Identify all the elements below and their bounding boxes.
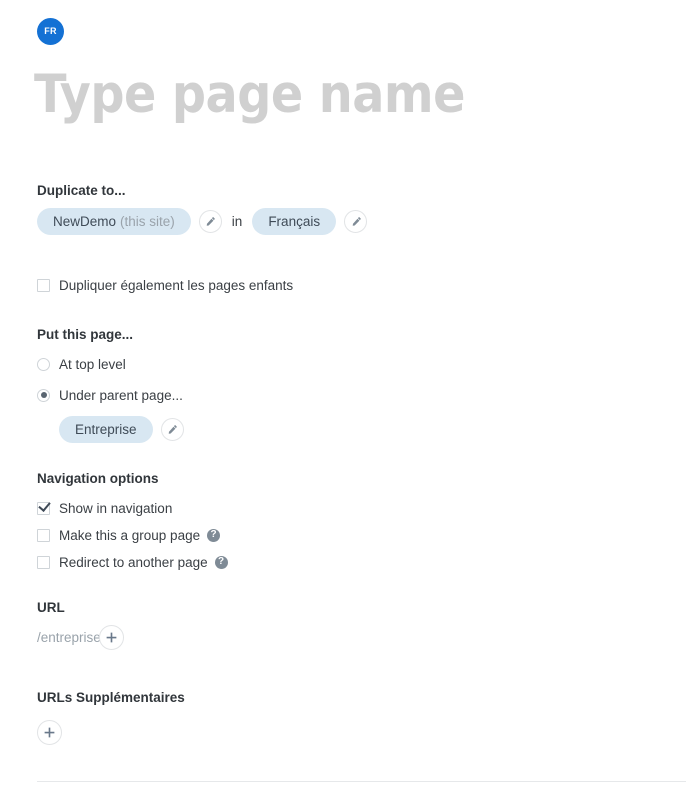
conjunction-in: in [231, 214, 243, 230]
radio-under-parent-page[interactable]: Under parent page... [37, 383, 184, 407]
target-site-name: NewDemo [53, 214, 117, 230]
make-group-page-label: Make this a group page [59, 527, 201, 543]
language-badge-label: FR [44, 26, 57, 36]
edit-parent-page-button[interactable] [160, 418, 184, 442]
redirect-to-another-page-label: Redirect to another page [59, 554, 208, 570]
radio-at-top-level[interactable]: At top level [37, 352, 184, 376]
put-this-page-section: Put this page... At top level Under pare… [37, 327, 184, 444]
option-show-in-navigation[interactable]: Show in navigation [37, 496, 228, 520]
put-this-page-heading: Put this page... [37, 327, 134, 342]
target-language-name: Français [268, 214, 321, 230]
edit-target-site-button[interactable] [198, 210, 222, 234]
url-heading: URL [37, 600, 65, 615]
at-top-level-radio[interactable] [37, 357, 50, 371]
duplicate-children-option[interactable]: Dupliquer également les pages enfants [37, 273, 293, 297]
target-language-pill[interactable]: Français [252, 208, 337, 236]
add-extra-url-button[interactable] [37, 720, 62, 746]
navigation-options-section: Navigation options Show in navigation Ma… [37, 471, 228, 574]
extra-urls-heading: URLs Supplémentaires [37, 690, 185, 705]
redirect-to-another-page-checkbox[interactable] [37, 555, 50, 569]
parent-page-controls: Entreprise [59, 416, 184, 444]
at-top-level-label: At top level [59, 356, 126, 372]
duplicate-to-controls: NewDemo (this site) in Français [37, 208, 368, 236]
parent-page-pill[interactable]: Entreprise [59, 416, 153, 444]
under-parent-page-label: Under parent page... [59, 387, 183, 403]
pencil-icon [204, 216, 216, 228]
language-badge-fr[interactable]: FR [37, 18, 64, 45]
help-circle-icon[interactable]: ? [214, 555, 228, 569]
duplicate-children-checkbox[interactable] [37, 278, 50, 292]
url-controls: /entreprise/ [37, 625, 124, 651]
duplicate-to-heading: Duplicate to... [37, 183, 126, 198]
plus-icon [105, 631, 118, 644]
under-parent-page-radio[interactable] [37, 388, 50, 402]
pencil-icon [350, 216, 362, 228]
extra-urls-section: URLs Supplémentaires [37, 690, 185, 746]
show-in-navigation-label: Show in navigation [59, 500, 173, 516]
target-site-note: (this site) [120, 214, 175, 230]
help-circle-icon[interactable]: ? [207, 528, 221, 542]
add-url-button[interactable] [98, 625, 124, 651]
make-group-page-checkbox[interactable] [37, 528, 50, 542]
page-title-placeholder[interactable]: Type page name [34, 65, 465, 124]
footer-divider [37, 781, 686, 782]
page-settings-form: FR Type page name Duplicate to... NewDem… [0, 0, 686, 798]
edit-target-language-button[interactable] [344, 210, 368, 234]
plus-icon [43, 726, 56, 739]
pencil-icon [166, 424, 178, 436]
show-in-navigation-checkbox[interactable] [37, 501, 50, 515]
target-site-pill[interactable]: NewDemo (this site) [37, 208, 191, 236]
duplicate-children-row[interactable]: Dupliquer également les pages enfants [37, 273, 293, 297]
url-value[interactable]: /entreprise/ [37, 630, 105, 645]
duplicate-children-label: Dupliquer également les pages enfants [59, 277, 294, 293]
url-section: URL /entreprise/ [37, 600, 124, 651]
option-redirect-to-another-page[interactable]: Redirect to another page ? [37, 550, 228, 574]
option-make-group-page[interactable]: Make this a group page ? [37, 523, 228, 547]
duplicate-to-section: Duplicate to... NewDemo (this site) in F… [37, 183, 368, 236]
parent-page-name: Entreprise [75, 422, 137, 438]
navigation-options-heading: Navigation options [37, 471, 159, 486]
